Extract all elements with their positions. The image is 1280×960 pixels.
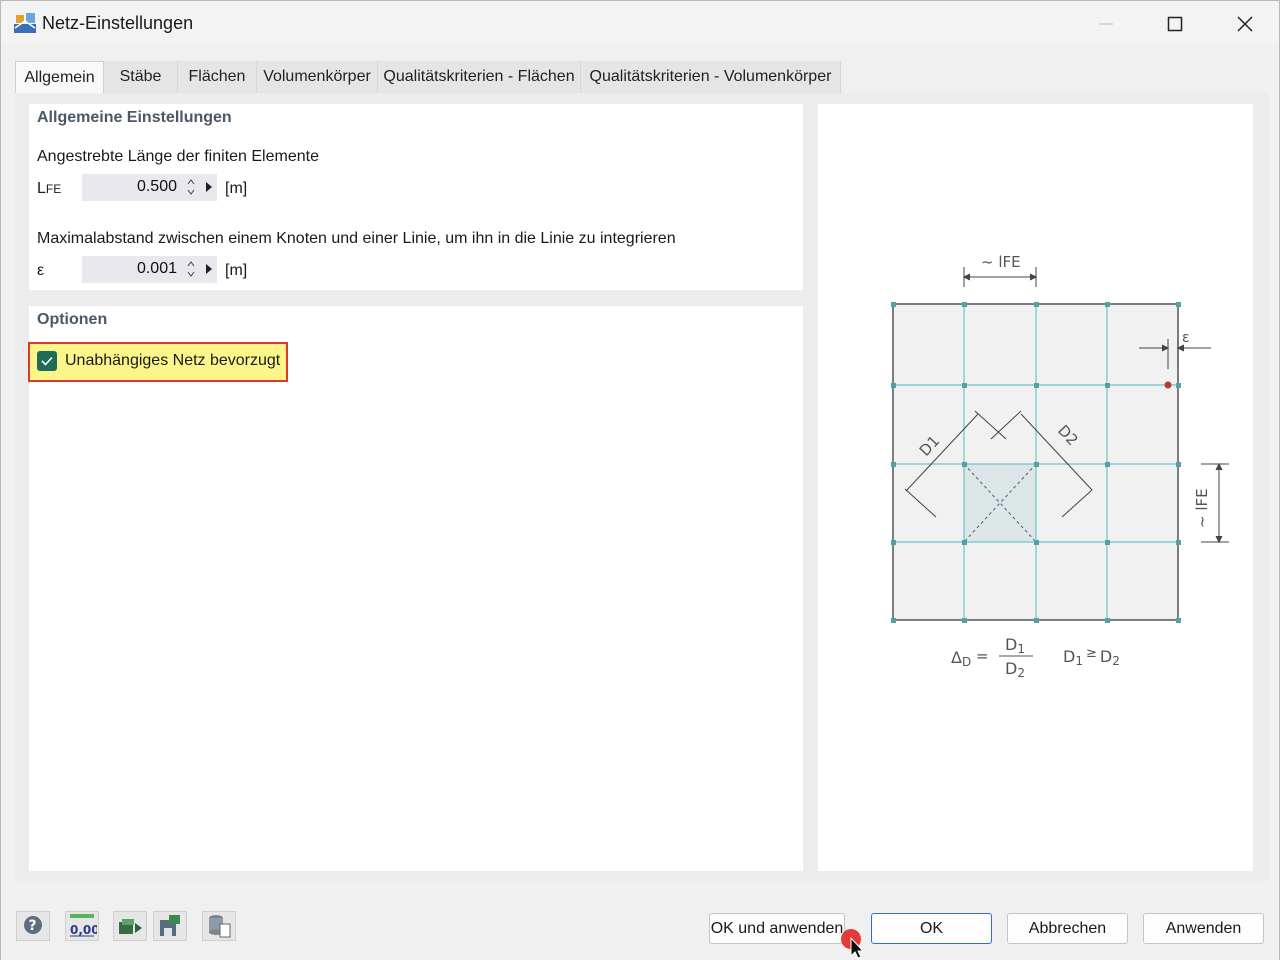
tab-qualitaet-flaechen[interactable]: Qualitätskriterien - Flächen [378,61,581,93]
checkmark-icon [41,356,53,366]
formula-condition: D1 ≥ D2 [1063,646,1120,668]
ok-apply-button[interactable]: OK und anwenden [709,913,845,944]
svg-text:?: ? [29,918,37,934]
mesh-diagram: ~ lFE ε ~ lFE D1 D2 ΔD = D1 D2 D1 ≥ D2 [891,253,1229,680]
free-node [1164,381,1172,389]
fe-length-symbol: LFE [37,180,62,197]
dialog-window: Netz-Einstellungen Allgemein Stäbe Fläch… [0,0,1280,960]
cancel-button[interactable]: Abbrechen [1007,913,1128,944]
spin-updown-icon[interactable] [187,177,195,197]
help-icon: ? [24,916,42,934]
tab-qualitaet-volumenkoerper[interactable]: Qualitätskriterien - Volumenkörper [581,61,841,93]
database-icon [209,915,231,938]
spin-next-icon[interactable] [205,263,213,275]
max-distance-unit: [m] [225,262,248,279]
close-icon [1237,15,1253,32]
formula-denominator: D2 [1005,659,1025,680]
independent-mesh-checkbox[interactable] [37,351,57,371]
save-settings-icon [160,915,180,936]
svg-text:0,00: 0,00 [70,923,97,937]
general-settings-title: Allgemeine Einstellungen [37,109,232,126]
independent-mesh-label[interactable]: Unabhängiges Netz bevorzugt [65,352,280,370]
diagram-panel: ~ lFE ε ~ lFE D1 D2 ΔD = D1 D2 D1 ≥ D2 [818,104,1253,871]
max-distance-input[interactable]: 0.001 [82,256,217,283]
units-button[interactable]: 0,00 [65,911,99,941]
fe-length-value: 0.500 [136,178,177,195]
help-button[interactable]: ? [16,911,50,941]
ok-button[interactable]: OK [871,913,992,944]
max-distance-symbol: ε [37,262,45,279]
apply-button[interactable]: Anwenden [1143,913,1264,944]
fe-length-description: Angestrebte Länge der finiten Elemente [37,148,319,165]
formula-numerator: D1 [1005,635,1025,656]
lfe-right-label: ~ lFE [1193,488,1211,528]
max-distance-value: 0.001 [136,260,177,277]
minimize-button[interactable] [1071,1,1141,46]
load-settings-button[interactable] [113,911,147,941]
general-settings-panel: Allgemeine Einstellungen Angestrebte Län… [29,104,803,290]
window-title: Netz-Einstellungen [42,13,194,33]
save-settings-button[interactable] [153,911,187,941]
tab-allgemein[interactable]: Allgemein [15,61,104,94]
tab-staebe[interactable]: Stäbe [104,61,178,93]
minimize-icon [1099,23,1113,24]
fe-length-input[interactable]: 0.500 [82,174,217,201]
database-button[interactable] [202,911,236,941]
tab-flaechen[interactable]: Flächen [178,61,257,93]
formula-eq: = [976,647,989,665]
app-icon [14,13,36,33]
fe-length-unit: [m] [225,180,248,197]
options-title: Optionen [37,311,108,328]
spin-next-icon[interactable] [205,181,213,193]
close-button[interactable] [1210,1,1280,46]
mouse-cursor-icon [841,929,865,959]
maximize-button[interactable] [1140,1,1210,46]
max-distance-description: Maximalabstand zwischen einem Knoten und… [37,230,676,247]
formula-delta: ΔD [951,648,971,669]
load-settings-icon [119,919,142,934]
title-bar: Netz-Einstellungen [1,1,1279,46]
units-icon: 0,00 [70,914,97,937]
lfe-top-label: ~ lFE [981,253,1021,271]
spin-updown-icon[interactable] [187,259,195,279]
options-panel: Optionen [29,306,803,871]
epsilon-label: ε [1182,330,1190,346]
maximize-icon [1167,16,1183,31]
tab-volumenkoerper[interactable]: Volumenkörper [257,61,378,93]
